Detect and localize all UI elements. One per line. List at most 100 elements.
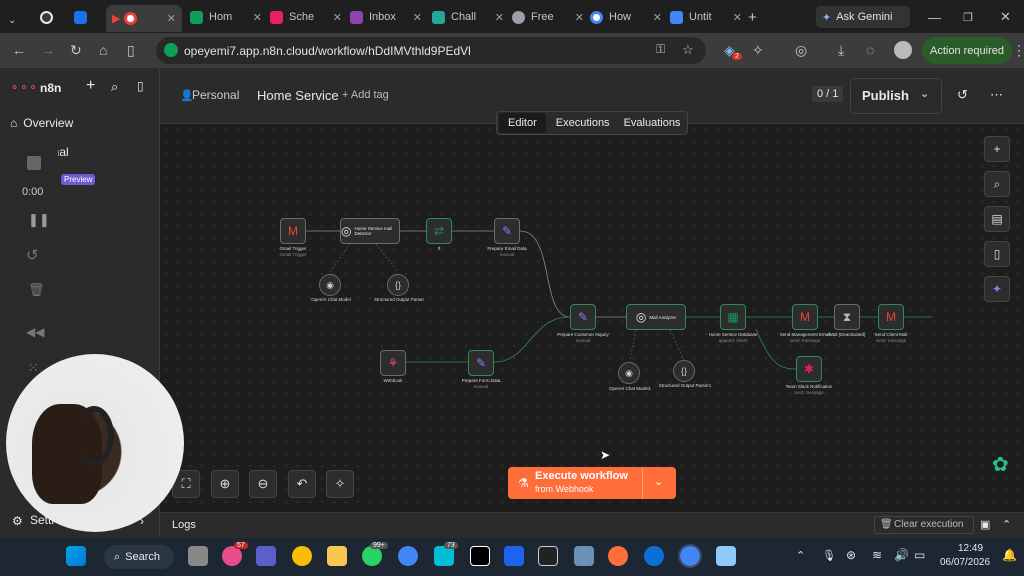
wifi-icon[interactable]: ≋	[872, 548, 882, 562]
popout-icon[interactable]: ▣	[980, 518, 990, 531]
url-text[interactable]: opeyemi7.app.n8n.cloud/workflow/hDdIMVth…	[184, 44, 471, 58]
tidy-up-icon[interactable]: ✧	[326, 470, 354, 498]
logs-label[interactable]: Logs	[172, 519, 196, 531]
tab-9[interactable]: Untit ✕	[670, 6, 742, 28]
camera-icon[interactable]: ◎	[795, 42, 807, 59]
tab-7[interactable]: Free ✕	[512, 6, 584, 28]
file-explorer-icon[interactable]	[327, 546, 347, 566]
node-database[interactable]: ▦	[720, 304, 746, 330]
node-prepare-form[interactable]: ✎	[468, 350, 494, 376]
node-gmail-trigger[interactable]: M	[280, 218, 306, 244]
split-view-icon[interactable]: ▯	[127, 42, 135, 59]
taskbar-search[interactable]: ⌕ Search	[104, 545, 174, 569]
omnibox[interactable]: opeyemi7.app.n8n.cloud/workflow/hDdIMVth…	[156, 37, 706, 64]
close-tab-icon[interactable]: ✕	[249, 11, 262, 24]
tab-0[interactable]	[40, 6, 64, 28]
history-icon[interactable]: ↺	[957, 87, 968, 103]
search-icon[interactable]: ⌕	[111, 79, 118, 95]
tab-4[interactable]: Sche ✕	[270, 6, 342, 28]
node-send-client[interactable]: M	[878, 304, 904, 330]
logs-panel[interactable]: Logs 🗑 Clear execution ▣ ⌃	[160, 512, 1024, 538]
app-icon[interactable]	[434, 546, 454, 566]
close-tab-icon[interactable]: ✕	[649, 11, 662, 24]
avatar[interactable]	[894, 41, 912, 59]
close-tab-icon[interactable]: ✕	[729, 11, 742, 24]
security-icon[interactable]: ⊛	[846, 548, 856, 562]
menu-icon[interactable]: ⋮	[1012, 42, 1024, 59]
node-openai-model-1[interactable]: ◉	[618, 362, 640, 384]
ai-assistant-icon[interactable]: ✦	[984, 276, 1010, 302]
workflow-name[interactable]: Home Service	[257, 88, 339, 103]
volume-icon[interactable]: 🔊	[894, 548, 909, 562]
node-prepare-email[interactable]: ✎	[494, 218, 520, 244]
tab-2-active[interactable]: ▶ ✕	[106, 5, 182, 32]
whatsapp-icon[interactable]	[362, 546, 382, 566]
node-slack[interactable]: ✱	[796, 356, 822, 382]
app-icon[interactable]	[538, 546, 558, 566]
execute-workflow-button[interactable]: ⚗ Execute workflow from Webhook ⌄	[508, 467, 676, 499]
forward-icon[interactable]: →	[41, 42, 55, 58]
undo-icon[interactable]: ↶	[288, 470, 316, 498]
chrome-icon[interactable]	[292, 546, 312, 566]
key-icon[interactable]: ⚿	[656, 42, 665, 57]
more-options-icon[interactable]: ⋯	[990, 87, 1003, 103]
close-tab-icon[interactable]: ✕	[163, 12, 176, 25]
rewind-icon[interactable]: ◀◀	[26, 325, 44, 339]
clock-time[interactable]: 12:49	[958, 543, 983, 554]
chevron-down-icon[interactable]: ⌄	[654, 475, 663, 488]
trash-icon[interactable]: 🗑	[28, 282, 45, 298]
clock-date[interactable]: 06/07/2026	[940, 557, 990, 568]
tab-8[interactable]: How ✕	[590, 6, 662, 28]
jetbrains-icon[interactable]	[470, 546, 490, 566]
tab-3[interactable]: Hom ✕	[190, 6, 262, 28]
search-nodes-icon[interactable]: ⌕	[984, 171, 1010, 197]
close-tab-icon[interactable]: ✕	[571, 11, 584, 24]
tab-5[interactable]: Inbox ✕	[350, 6, 422, 28]
tab-1[interactable]	[74, 6, 98, 28]
performance-icon[interactable]: ◌	[866, 42, 874, 58]
postgres-icon[interactable]	[574, 546, 594, 566]
close-tab-icon[interactable]: ✕	[329, 11, 342, 24]
chevron-up-icon[interactable]: ⌃	[796, 549, 805, 562]
star-icon[interactable]: ☆	[682, 42, 694, 58]
new-tab-button[interactable]: +	[748, 6, 757, 28]
notification-bell-icon[interactable]: 🔔	[1002, 548, 1017, 562]
tab-list-button[interactable]: ⌄	[8, 9, 16, 31]
stop-icon[interactable]	[27, 156, 41, 170]
tab-6[interactable]: Chall ✕	[432, 6, 504, 28]
microphone-icon[interactable]: 🎙	[822, 549, 836, 562]
pause-icon[interactable]: ❚❚	[28, 212, 50, 228]
puzzle-icon[interactable]: ✧	[752, 42, 764, 59]
docker-icon[interactable]	[504, 546, 524, 566]
notepad-icon[interactable]	[716, 546, 736, 566]
close-tab-icon[interactable]: ✕	[409, 11, 422, 24]
node-mail-detector[interactable]: ◎ Home Service mail Detector	[340, 218, 400, 244]
sidebar-item-overview[interactable]: ⌂ Overview	[10, 116, 73, 130]
collapse-sidebar-icon[interactable]: ▯	[137, 79, 144, 93]
node-wait[interactable]: ⧗	[834, 304, 860, 330]
breadcrumb-personal[interactable]: Personal	[192, 88, 239, 102]
chrome-active-icon[interactable]	[678, 544, 702, 568]
node-output-parser[interactable]: {}	[387, 274, 409, 296]
node-send-management[interactable]: M	[792, 304, 818, 330]
app-icon[interactable]	[644, 546, 664, 566]
teams-icon[interactable]	[256, 546, 276, 566]
action-required-button[interactable]: Action required	[922, 37, 1012, 64]
site-info-icon[interactable]	[164, 43, 178, 57]
workflow-canvas[interactable]: Editor Executions Evaluations M Gmail Tr…	[160, 111, 1024, 512]
add-tag-button[interactable]: + Add tag	[342, 89, 389, 101]
back-icon[interactable]: ←	[12, 42, 26, 58]
close-tab-icon[interactable]: ✕	[491, 11, 504, 24]
node-openai-model[interactable]: ◉	[319, 274, 341, 296]
publish-button[interactable]: Publish	[862, 88, 909, 103]
activation-counter[interactable]: 0 / 1	[812, 86, 844, 102]
postman-icon[interactable]	[608, 546, 628, 566]
node-if[interactable]: ⇄	[426, 218, 452, 244]
node-output-parser-1[interactable]: {}	[673, 360, 695, 382]
panel-icon[interactable]: ▯	[984, 241, 1010, 267]
node-webhook[interactable]: ⚘	[380, 350, 406, 376]
add-node-icon[interactable]: +	[984, 136, 1010, 162]
chatgpt-icon[interactable]: ✿	[992, 452, 1009, 477]
close-window-button[interactable]: ✕	[1000, 6, 1011, 28]
chrome-icon[interactable]	[398, 546, 418, 566]
